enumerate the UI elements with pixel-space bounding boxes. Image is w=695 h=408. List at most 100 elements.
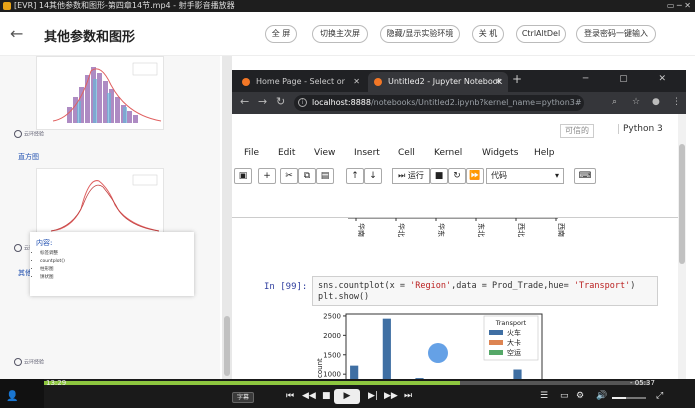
move-down-icon[interactable]: ↓ (364, 168, 382, 184)
menu-edit[interactable]: Edit (278, 148, 295, 158)
keyboard-icon[interactable]: ⌨ (574, 168, 596, 184)
logo-text: 云环经验 (24, 359, 45, 366)
code-token: sns.countplot(x = (318, 281, 411, 291)
toggle-env-button[interactable]: 隐藏/显示实验环境 (380, 25, 460, 43)
run-button[interactable]: ⏭ 运行 (392, 168, 430, 184)
info-icon[interactable]: i (298, 98, 307, 107)
browser-window: Home Page - Select or create ✕ Untitled2… (232, 70, 686, 380)
content-title: 内容: (36, 239, 53, 247)
y-tick-label: 1500 (323, 351, 341, 359)
close-icon[interactable]: ✕ (495, 72, 502, 92)
play-button[interactable]: ▶ (334, 389, 360, 404)
notebook-scroll-thumb[interactable] (679, 144, 685, 264)
menu-icon[interactable]: ⋮ (672, 97, 681, 107)
arrow-left-icon[interactable]: ← (10, 24, 23, 43)
restart-icon[interactable]: ↻ (448, 168, 466, 184)
forward-icon[interactable]: → (258, 95, 267, 108)
document-scroll-thumb[interactable] (224, 316, 230, 376)
time-elapsed: 13:29 (46, 379, 67, 387)
y-tick-label: 1000 (323, 371, 341, 379)
prev-tick-label: 西南 (557, 223, 566, 237)
back-icon[interactable]: ← (240, 95, 249, 108)
reload-icon[interactable]: ↻ (276, 95, 285, 108)
screen-icon[interactable]: ▭ (560, 391, 569, 401)
legend-title: Transport (495, 319, 527, 327)
new-tab-button[interactable]: + (512, 72, 522, 86)
content-item: countplot() (40, 258, 65, 266)
url-input[interactable]: localhost:8888/notebooks/Untitled2.ipynb… (294, 95, 584, 111)
y-tick-label: 2500 (323, 312, 341, 320)
player-window-controls[interactable]: ▭ ─ ✕ (667, 0, 691, 12)
menu-file[interactable]: File (244, 148, 259, 158)
content-list: 标签调整 countplot() 柱形图 饼状图 (40, 250, 65, 282)
document-logo: 云环经验 (14, 130, 44, 138)
tab-home[interactable]: Home Page - Select or create ✕ (236, 72, 366, 106)
menu-help[interactable]: Help (534, 148, 555, 158)
notebook-scrollbar[interactable] (678, 114, 686, 380)
stop-icon[interactable]: ■ (430, 168, 448, 184)
document-scrollbar[interactable] (222, 56, 232, 380)
skip-forward-icon[interactable]: ⏭ (404, 391, 412, 401)
ctrl-alt-del-button[interactable]: CtrlAltDel (516, 25, 566, 43)
kernel-name: Python 3 (618, 124, 663, 134)
subtitle-button[interactable]: 字幕 (232, 392, 254, 403)
step-forward-icon[interactable]: ▶| (368, 391, 378, 401)
code-cell[interactable]: sns.countplot(x = 'Region',data = Prod_T… (312, 276, 658, 306)
time-remaining: - 05:37 (630, 379, 655, 387)
legend-label: 空运 (507, 348, 521, 357)
cut-icon[interactable]: ✂ (280, 168, 298, 184)
close-icon[interactable]: ✕ (353, 72, 360, 92)
skip-back-icon[interactable]: ⏮ (286, 391, 294, 401)
fast-forward-icon[interactable]: ▶▶ (384, 391, 398, 401)
menu-kernel[interactable]: Kernel (434, 148, 462, 158)
copy-icon[interactable]: ⧉ (298, 168, 316, 184)
list-icon[interactable]: ☰ (540, 391, 548, 401)
menu-cell[interactable]: Cell (398, 148, 415, 158)
shutdown-button[interactable]: 关 机 (472, 25, 504, 43)
settings-icon[interactable]: ⚙ (576, 391, 584, 401)
cell-type-select[interactable]: 代码 ▾ (486, 168, 564, 184)
tab-untitled2[interactable]: Untitled2 - Jupyter Notebook ✕ (368, 72, 508, 92)
rewind-icon[interactable]: ◀◀ (302, 391, 316, 401)
notebook-page: 华南 华北 华东 东北 西北 西南 In [99]: sns.countplot(x = … (232, 218, 678, 380)
trusted-badge[interactable]: 可信的 (560, 124, 594, 138)
window-controls[interactable]: ─ ▢ ✕ (583, 74, 680, 84)
user-icon[interactable]: 👤 (6, 391, 18, 402)
prev-tick-label: 东北 (477, 223, 486, 237)
fullscreen-icon[interactable]: ⤢ (656, 391, 663, 401)
star-icon[interactable]: ☆ (632, 97, 640, 107)
logo-ring-icon (14, 244, 22, 252)
url-path: /notebooks/Untitled2.ipynb?kernel_name=p… (370, 98, 582, 107)
cell-type-value: 代码 (491, 171, 507, 180)
run-label: 运行 (407, 171, 424, 180)
bar (350, 365, 359, 380)
add-cell-icon[interactable]: + (258, 168, 276, 184)
menu-widgets[interactable]: Widgets (482, 148, 518, 158)
save-icon[interactable]: ▣ (234, 168, 252, 184)
move-up-icon[interactable]: ↑ (346, 168, 364, 184)
menu-view[interactable]: View (314, 148, 335, 158)
cursor-highlight (428, 343, 448, 363)
content-item: 标签调整 (40, 250, 65, 258)
content-item: 饼状图 (40, 274, 65, 282)
prev-tick-label: 华北 (397, 223, 406, 237)
account-icon[interactable]: ● (652, 97, 660, 107)
switch-screen-button[interactable]: 切换主次屏 (312, 25, 368, 43)
fullscreen-button[interactable]: 全 屏 (265, 25, 297, 43)
fast-forward-icon[interactable]: ⏩ (466, 168, 484, 184)
player-title: [EVR] 14其他参数和图形-第四章14节.mp4 - 射手影音播放器 (14, 1, 235, 10)
volume-icon[interactable]: 🔊 (596, 391, 607, 401)
password-input-button[interactable]: 登录密码一键输入 (576, 25, 656, 43)
menu-insert[interactable]: Insert (354, 148, 380, 158)
stop-icon[interactable]: ■ (322, 391, 331, 401)
jupyter-favicon-icon (374, 78, 382, 86)
logo-text: 云环经验 (24, 131, 45, 138)
zoom-icon[interactable]: ⌕ (612, 97, 617, 107)
section-heading-hist: 直方图 (18, 153, 39, 161)
paste-icon[interactable]: ▤ (316, 168, 334, 184)
kde-thumbnail (36, 168, 164, 238)
jupyter-area: 可信的 Python 3 File Edit View Insert Cell … (232, 114, 686, 380)
histogram-thumbnail (36, 56, 164, 130)
y-axis-label: count (316, 358, 324, 378)
legend-label: 大卡 (507, 338, 521, 347)
